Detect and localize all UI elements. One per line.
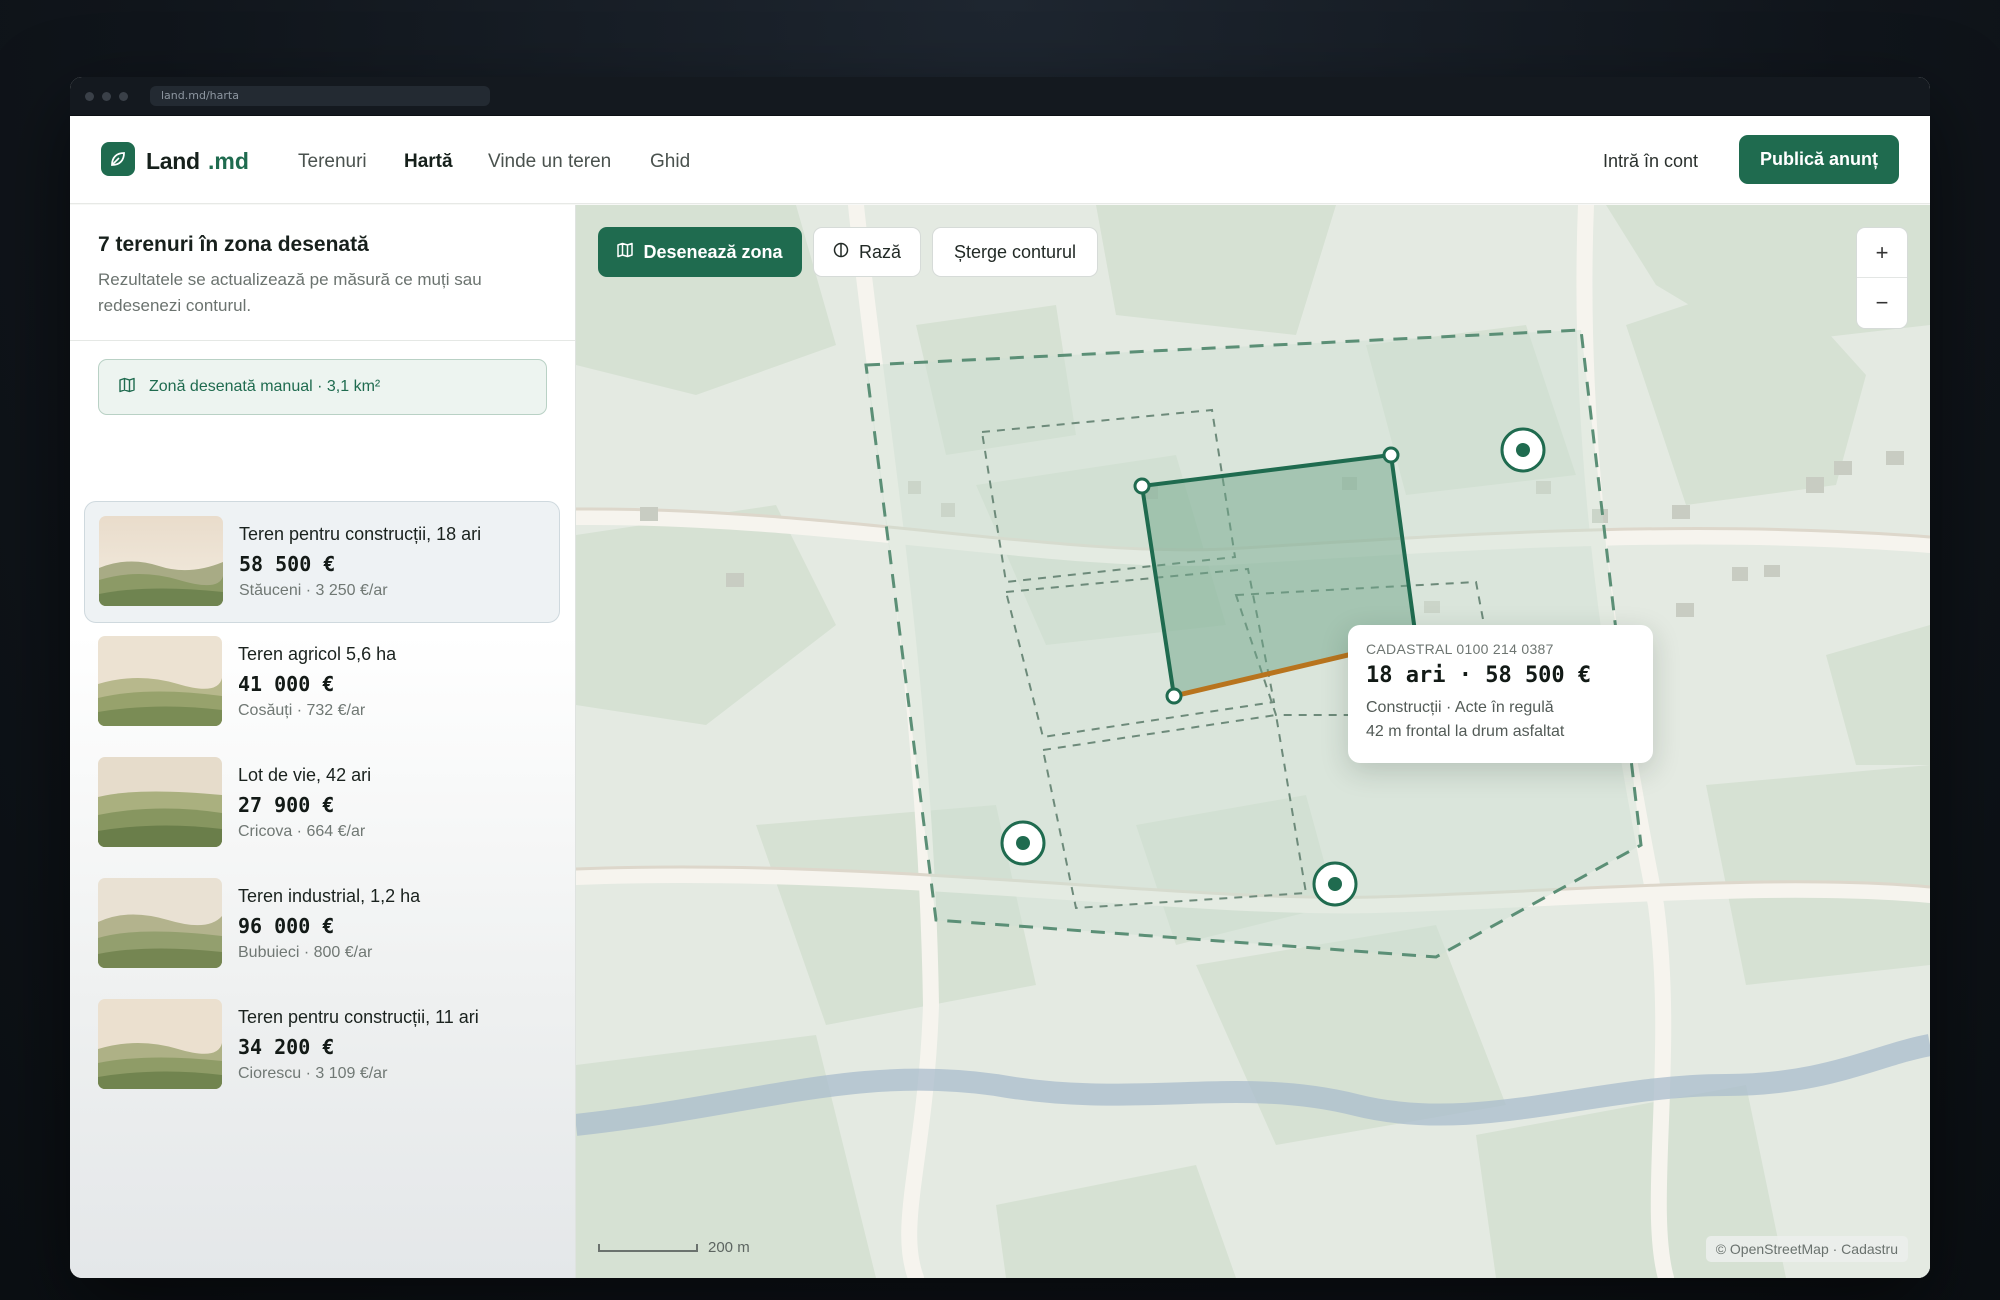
listing-title: Teren pentru construcții, 11 ari <box>238 1007 479 1027</box>
radius-icon <box>833 242 849 263</box>
listing-thumbnail <box>99 516 223 606</box>
login-link[interactable]: Intră în cont <box>1603 151 1698 172</box>
radius-label: Rază <box>858 241 902 262</box>
map-icon <box>617 242 634 263</box>
listing-thumbnail <box>98 757 222 847</box>
listing-thumbnail <box>98 999 222 1089</box>
clear-contour-button[interactable]: Șterge conturul <box>932 227 1098 277</box>
results-subtitle: Rezultatele se actualizează pe măsură ce… <box>98 270 482 315</box>
divider <box>70 340 575 341</box>
window-dot-close[interactable] <box>85 92 94 101</box>
zoom-out-button[interactable]: − <box>1857 278 1907 328</box>
parcel-popup[interactable]: CADASTRAL 0100 214 0387 18 ari · 58 500 … <box>1348 625 1653 763</box>
listing-price: 41 000 € <box>238 672 335 696</box>
listing-price: 27 900 € <box>238 793 335 817</box>
map-attribution[interactable]: © OpenStreetMap · Cadastru <box>1705 1236 1908 1262</box>
listing-title: Teren agricol 5,6 ha <box>238 644 397 664</box>
listing-price: 34 200 € <box>238 1035 335 1059</box>
site-header: Land .md Terenuri Hartă Vinde un teren G… <box>70 116 1930 204</box>
zone-chip[interactable]: Zonă desenată manual · 3,1 km² <box>98 359 547 415</box>
listing-title: Teren industrial, 1,2 ha <box>238 886 421 906</box>
listing-thumbnail <box>98 636 222 726</box>
map-canvas[interactable]: Desenează zona Rază Șterge conturul + − … <box>576 205 1930 1278</box>
cadastral-number: CADASTRAL 0100 214 0387 <box>1366 641 1554 657</box>
listing-meta: Cricova · 664 €/ar <box>238 823 366 840</box>
publish-button[interactable]: Publică anunț <box>1739 135 1899 184</box>
radius-button[interactable]: Rază <box>813 227 921 277</box>
browser-chrome: land.md/harta <box>70 77 1930 116</box>
window-dot-maximize[interactable] <box>119 92 128 101</box>
window-dot-minimize[interactable] <box>102 92 111 101</box>
map-pin-3[interactable] <box>1312 861 1358 907</box>
listing-meta: Cosăuți · 732 €/ar <box>238 702 366 719</box>
map-pin-2[interactable] <box>1000 820 1046 866</box>
listing-meta: Ciorescu · 3 109 €/ar <box>238 1065 388 1082</box>
parcel-detail-1: Construcții · Acte în regulă <box>1366 699 1554 716</box>
zone-chip-label: Zonă desenată manual · 3,1 km² <box>149 378 381 395</box>
results-sidebar: 7 terenuri în zona desenată Rezultatele … <box>70 205 576 1278</box>
nav-terenuri[interactable]: Terenuri <box>298 151 367 173</box>
nav-ghid[interactable]: Ghid <box>650 151 690 173</box>
zoom-in-button[interactable]: + <box>1857 228 1907 278</box>
leaf-icon[interactable] <box>101 142 135 176</box>
listing-card[interactable]: Teren pentru construcții, 11 ari 34 200 … <box>84 985 560 1107</box>
scale-label: 200 m <box>708 1239 750 1256</box>
map-scale: 200 m <box>598 1239 750 1256</box>
nav-harta[interactable]: Hartă <box>404 151 453 173</box>
listing-title: Teren pentru construcții, 18 ari <box>239 524 482 544</box>
listing-card[interactable]: Teren industrial, 1,2 ha 96 000 € Bubuie… <box>84 864 560 986</box>
browser-window: land.md/harta Land .md Terenuri Hartă Vi… <box>70 77 1930 1278</box>
parcel-detail-2: 42 m frontal la drum asfaltat <box>1366 723 1565 740</box>
draw-zone-button[interactable]: Desenează zona <box>598 227 802 277</box>
listing-meta: Bubuieci · 800 €/ar <box>238 944 373 961</box>
nav-vinde[interactable]: Vinde un teren <box>488 151 611 173</box>
listing-price: 58 500 € <box>239 552 336 576</box>
scale-bar <box>598 1243 698 1252</box>
zoom-control: + − <box>1856 227 1908 329</box>
address-bar[interactable]: land.md/harta <box>150 86 490 106</box>
listing-meta: Stăuceni · 3 250 €/ar <box>239 582 388 599</box>
map-pin-1[interactable] <box>1500 427 1546 473</box>
map-base[interactable] <box>576 205 1930 1278</box>
brand-tld[interactable]: .md <box>208 148 249 175</box>
results-title: 7 terenuri în zona desenată <box>98 233 369 256</box>
draw-zone-label: Desenează zona <box>643 241 783 262</box>
listing-thumbnail <box>98 878 222 968</box>
listing-card[interactable]: Teren pentru construcții, 18 ari 58 500 … <box>84 501 560 623</box>
listing-title: Lot de vie, 42 ari <box>238 765 372 785</box>
map-icon <box>119 377 135 398</box>
brand-name[interactable]: Land <box>146 148 200 175</box>
listing-price: 96 000 € <box>238 914 335 938</box>
listing-card[interactable]: Teren agricol 5,6 ha 41 000 € Cosăuți · … <box>84 622 560 744</box>
parcel-summary: 18 ari · 58 500 € <box>1366 663 1592 688</box>
listing-card[interactable]: Lot de vie, 42 ari 27 900 € Cricova · 66… <box>84 743 560 865</box>
